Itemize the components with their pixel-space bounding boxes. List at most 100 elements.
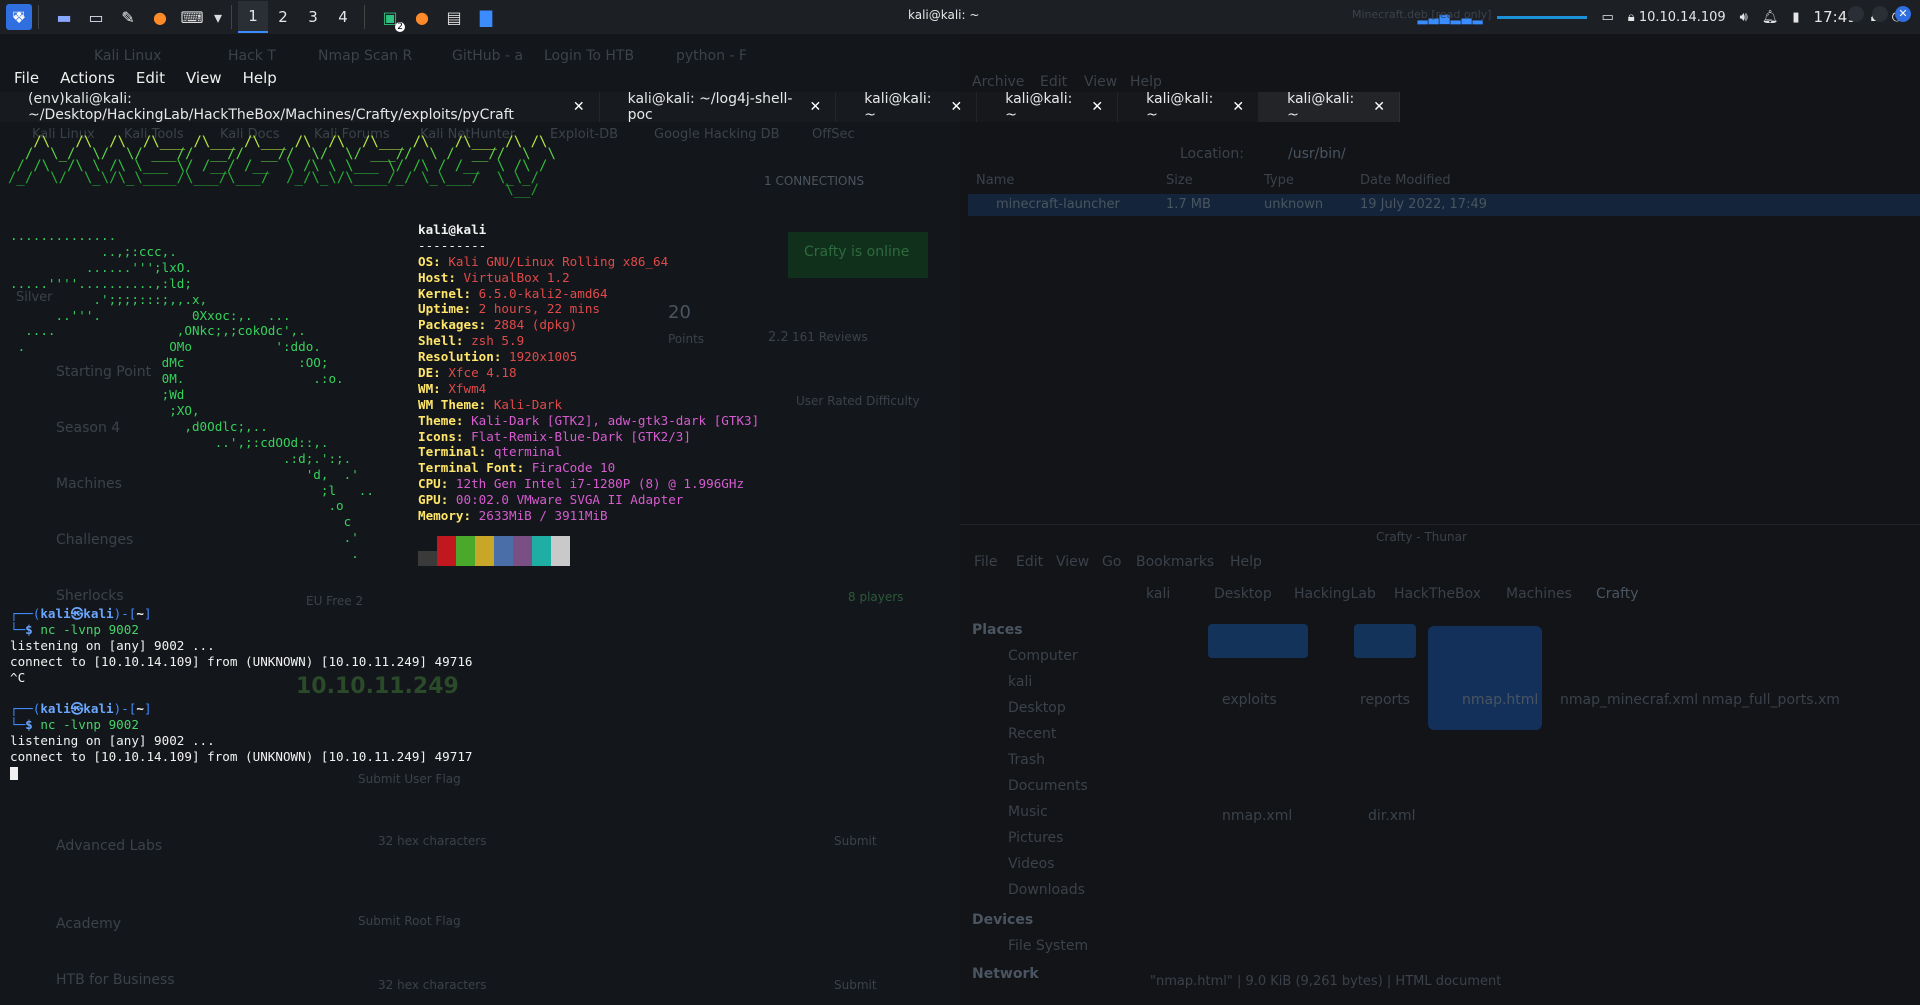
nav-ghost: Sherlocks — [56, 588, 124, 604]
file-ghost: reports — [1360, 692, 1411, 708]
nav-ghost: Academy — [56, 916, 122, 932]
row-date-ghost: 19 July 2022, 17:49 — [1360, 197, 1487, 212]
output-line: ^C — [10, 669, 26, 685]
output-line: connect to [10.10.14.109] from (UNKNOWN)… — [10, 749, 473, 765]
place-ghost: Documents — [1008, 778, 1088, 794]
crumb-ghost: HackingLab — [1294, 586, 1376, 602]
tab-close-icon[interactable]: ✕ — [1232, 99, 1244, 115]
connections-ghost: 1 CONNECTIONS — [764, 174, 865, 188]
tab-home-1[interactable]: kali@kali: ~ ✕ — [836, 91, 978, 123]
palette-swatch — [494, 535, 513, 566]
tab-close-icon[interactable]: ✕ — [1091, 99, 1103, 115]
tab-close-icon[interactable]: ✕ — [810, 99, 822, 115]
neofetch-row-packages: Packages: 2884 (dpkg) — [418, 317, 578, 333]
tab-home-3[interactable]: kali@kali: ~ ✕ — [1118, 91, 1260, 123]
row-type-ghost: unknown — [1264, 197, 1324, 212]
output-line: listening on [any] 9002 ... — [10, 733, 215, 749]
file-ghost: dir.xml — [1368, 808, 1416, 824]
crumb-ghost: Desktop — [1214, 586, 1272, 602]
bookmark-ghost: Google Hacking DB — [654, 127, 780, 142]
place-ghost: Trash — [1008, 752, 1045, 768]
reviews-ghost: 161 Reviews — [792, 330, 868, 344]
command-line-1: └─$ nc -lvnp 9002 — [10, 621, 139, 637]
menu-actions[interactable]: Actions — [46, 66, 122, 90]
tab-log4j[interactable]: kali@kali: ~/log4j-shell-poc ✕ — [600, 91, 837, 123]
column-ghost: Type — [1264, 173, 1294, 188]
terminal-cursor — [10, 766, 18, 780]
hex-ghost: 32 hex characters — [378, 834, 487, 848]
menu-file[interactable]: File — [0, 66, 46, 90]
tab-home-active[interactable]: kali@kali: ~ ✕ — [1259, 91, 1401, 123]
menu-help[interactable]: Help — [229, 66, 284, 90]
terminal-tabbar: (env)kali@kali: ~/Desktop/HackingLab/Hac… — [0, 91, 1401, 123]
submit-ghost: Submit — [834, 834, 877, 848]
folder-icon — [1208, 624, 1308, 658]
input-line[interactable] — [10, 765, 473, 781]
output-line: listening on [any] 9002 ... — [10, 637, 215, 653]
thunar-menu-ghost: View — [1056, 554, 1090, 570]
bookmark-ghost: OffSec — [812, 127, 855, 142]
column-ghost: Name — [976, 173, 1015, 188]
file-ghost: exploits — [1222, 692, 1277, 708]
thunar-menu-ghost: Bookmarks — [1136, 554, 1215, 570]
archive-title-ghost: Minecraft.deb [read only] — [1352, 8, 1492, 21]
palette-swatch — [418, 550, 437, 566]
place-ghost: kali — [1008, 674, 1033, 690]
neofetch-row-terminal: Terminal: qterminal — [418, 444, 563, 460]
palette-swatch — [551, 535, 570, 566]
location-label-ghost: Location: — [1180, 146, 1244, 162]
folder-icon — [1354, 624, 1416, 658]
file-ghost: nmap.html — [1462, 692, 1539, 708]
device-ghost: File System — [1008, 938, 1089, 954]
tab-close-icon[interactable]: ✕ — [1373, 99, 1385, 115]
tab-home-2[interactable]: kali@kali: ~ ✕ — [977, 91, 1119, 123]
window-menu-icon[interactable]: ▭ — [12, 6, 25, 22]
neofetch-row-host: Host: VirtualBox 1.2 — [418, 269, 570, 285]
neofetch-row-os: OS: Kali GNU/Linux Rolling x86_64 — [418, 253, 669, 269]
place-ghost: Videos — [1008, 856, 1055, 872]
place-ghost: Recent — [1008, 726, 1057, 742]
devices-label-ghost: Devices — [972, 912, 1034, 928]
thunar-menu-ghost: Help — [1230, 554, 1262, 570]
neofetch-info: kali@kali --------- OS: Kali GNU/Linux R… — [418, 222, 759, 566]
neofetch-row-shell: Shell: zsh 5.9 — [418, 333, 525, 349]
browser-tab-ghost: Hack T — [228, 48, 276, 64]
nav-ghost: HTB for Business — [56, 972, 175, 988]
neofetch-row-wm-theme: WM Theme: Kali-Dark — [418, 396, 563, 412]
online-status-ghost: Crafty is online — [804, 244, 910, 260]
browser-tab-ghost: Nmap Scan R — [318, 48, 413, 64]
archive-menu-ghost: Edit — [1040, 74, 1068, 90]
place-ghost: Computer — [1008, 648, 1078, 664]
palette-swatch — [475, 535, 494, 566]
nav-ghost: Advanced Labs — [56, 838, 163, 854]
tab-close-icon[interactable]: ✕ — [573, 99, 585, 115]
menu-edit[interactable]: Edit — [122, 66, 172, 90]
place-ghost: Downloads — [1008, 882, 1085, 898]
palette-swatch — [456, 535, 475, 566]
minimize-icon[interactable] — [1848, 6, 1864, 22]
crumb-ghost: Crafty — [1596, 586, 1639, 602]
menu-view[interactable]: View — [172, 66, 229, 90]
tab-label: kali@kali: ~ — [864, 91, 932, 123]
crumb-ghost: kali — [1146, 586, 1171, 602]
neofetch-row-gpu: GPU: 00:02.0 VMware SVGA II Adapter — [418, 492, 684, 508]
window-title: kali@kali: ~ — [908, 8, 980, 22]
color-palette — [418, 535, 759, 566]
thunar-menu-ghost: Go — [1102, 554, 1122, 570]
neofetch-row-theme: Theme: Kali-Dark [GTK2], adw-gtk3-dark [… — [418, 412, 760, 428]
tab-label: kali@kali: ~ — [1005, 91, 1073, 123]
close-icon[interactable]: ✕ — [1895, 6, 1911, 22]
tab-label: kali@kali: ~/log4j-shell-poc — [627, 91, 793, 123]
tab-close-icon[interactable]: ✕ — [950, 99, 962, 115]
palette-swatch — [437, 535, 456, 566]
tab-label: (env)kali@kali: ~/Desktop/HackingLab/Hac… — [28, 91, 514, 123]
maximize-icon[interactable] — [1872, 6, 1888, 22]
neofetch-user: kali@kali — [418, 222, 487, 237]
tab-pycraft[interactable]: (env)kali@kali: ~/Desktop/HackingLab/Hac… — [0, 91, 600, 123]
file-ghost: nmap_full_ports.xm — [1702, 692, 1840, 708]
prompt-line-1: ┌──(kali㉿kali)-[~] — [10, 606, 152, 621]
neofetch-row-uptime: Uptime: 2 hours, 22 mins — [418, 301, 600, 317]
tab-label: kali@kali: ~ — [1146, 91, 1214, 123]
place-ghost: Pictures — [1008, 830, 1064, 846]
terminal-titlebar: ▭ kali@kali: ~ Minecraft.deb [read only]… — [0, 0, 1920, 30]
